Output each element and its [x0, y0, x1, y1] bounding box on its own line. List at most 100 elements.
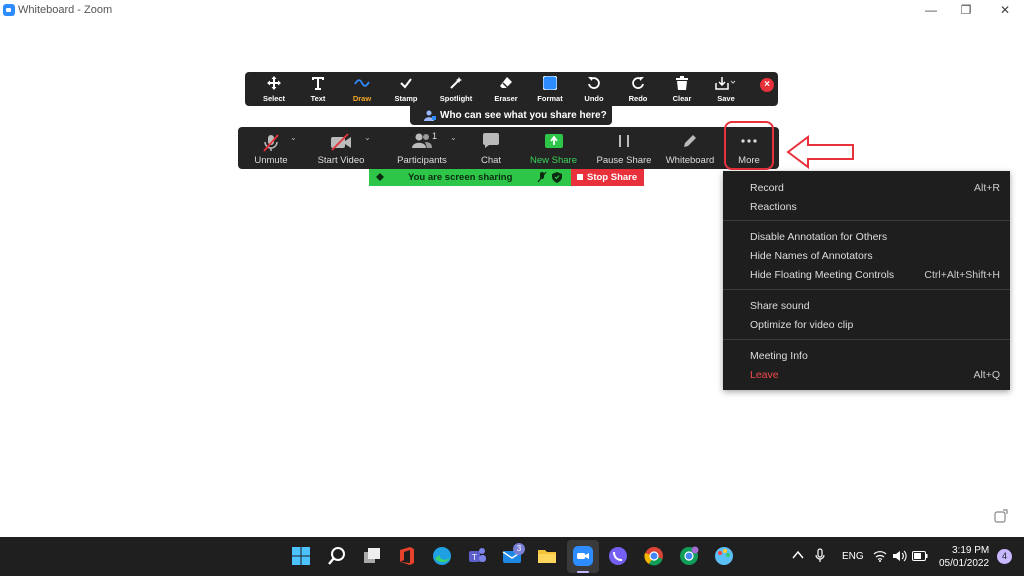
new-share-button[interactable]: New Share [526, 127, 581, 169]
tool-label: Text [310, 94, 326, 103]
paint-icon[interactable] [713, 545, 735, 567]
tool-redo[interactable]: Redo [616, 72, 660, 106]
chat-button[interactable]: Chat [474, 127, 508, 169]
menu-shortcut: Alt+Q [973, 369, 1000, 381]
search-icon[interactable] [326, 545, 348, 567]
tool-save[interactable]: Save [704, 72, 748, 106]
menu-item-label: Meeting Info [750, 350, 808, 362]
menu-item-label: Optimize for video clip [750, 319, 854, 331]
microphone-tray-icon[interactable] [815, 548, 825, 564]
text-icon [312, 77, 324, 90]
tool-stamp[interactable]: Stamp [384, 72, 428, 106]
menu-divider [723, 220, 1010, 221]
checkmark-icon [400, 78, 412, 89]
format-color-icon [543, 76, 557, 90]
menu-item-meeting-info[interactable]: Meeting Info [750, 350, 1000, 368]
start-video-button[interactable]: Start Video [312, 127, 370, 169]
menu-item-label: Hide Names of Annotators [750, 250, 873, 262]
office-icon[interactable] [396, 545, 418, 567]
tool-label: Select [262, 94, 286, 103]
stop-square-icon [577, 174, 583, 180]
muted-mic-small-icon [537, 172, 547, 183]
tool-undo[interactable]: Undo [572, 72, 616, 106]
red-arrow-annotation [786, 135, 854, 169]
tool-select[interactable]: Select [252, 72, 296, 106]
edge-icon[interactable] [431, 545, 453, 567]
control-label: Participants [397, 155, 447, 166]
draw-wave-icon [354, 79, 370, 87]
task-view-icon[interactable] [361, 545, 383, 567]
muted-mic-icon [263, 134, 279, 152]
unmute-button[interactable]: Unmute [246, 127, 296, 169]
participants-button[interactable]: Participants [392, 127, 452, 169]
unmute-options-caret[interactable]: ⌄ [290, 133, 297, 142]
tool-label: Stamp [394, 94, 418, 103]
video-options-caret[interactable]: ⌄ [364, 133, 371, 142]
menu-item-record[interactable]: Record Alt+R [750, 182, 1000, 200]
chrome-icon[interactable] [643, 545, 665, 567]
menu-item-share-sound[interactable]: Share sound [750, 300, 1000, 318]
menu-item-hide-names[interactable]: Hide Names of Annotators [750, 250, 1000, 268]
eraser-icon [500, 77, 512, 88]
drag-handle-icon [376, 173, 384, 181]
whiteboard-button[interactable]: Whiteboard [662, 127, 718, 169]
windows-start-icon[interactable] [290, 545, 312, 567]
menu-item-label: Hide Floating Meeting Controls [750, 269, 895, 281]
save-download-icon [715, 77, 736, 90]
tool-label: Draw [352, 94, 372, 103]
tool-draw[interactable]: Draw [340, 72, 384, 106]
menu-item-label: Share sound [750, 300, 810, 312]
tool-label: Save [717, 94, 735, 103]
menu-divider [723, 339, 1010, 340]
chevron-up-icon[interactable] [792, 550, 804, 560]
menu-divider [723, 289, 1010, 290]
notification-badge[interactable]: 4 [997, 549, 1012, 564]
wifi-icon[interactable] [873, 550, 887, 562]
tool-spotlight[interactable]: Spotlight [434, 72, 478, 106]
control-label: Start Video [317, 155, 365, 166]
tool-label: Undo [584, 94, 604, 103]
chrome-profile-icon[interactable] [678, 545, 700, 567]
participants-options-caret[interactable]: ⌄ [450, 133, 457, 142]
control-label: Unmute [254, 155, 288, 166]
teams-icon[interactable]: T [466, 545, 488, 567]
language-indicator[interactable]: ENG [842, 551, 864, 562]
meeting-controls-bar: Unmute ⌄ Start Video ⌄ Participants 1 ⌄ … [238, 127, 779, 169]
shield-icon [552, 172, 562, 183]
share-up-arrow-icon [544, 134, 563, 148]
clock-date[interactable]: 05/01/2022 [939, 558, 989, 569]
menu-item-reactions[interactable]: Reactions [750, 201, 1000, 219]
zoom-icon[interactable] [572, 545, 594, 567]
who-can-see-banner[interactable]: Who can see what you share here? [410, 106, 612, 125]
viber-icon[interactable] [607, 545, 629, 567]
menu-item-optimize-video[interactable]: Optimize for video clip [750, 319, 1000, 337]
menu-item-hide-floating-controls[interactable]: Hide Floating Meeting Controls Ctrl+Alt+S… [750, 269, 1000, 287]
move-icon [267, 76, 281, 90]
close-annotation-button[interactable]: × [760, 78, 774, 92]
restore-button[interactable]: ❐ [951, 2, 981, 18]
menu-item-leave[interactable]: Leave Alt+Q [750, 369, 1000, 387]
tool-text[interactable]: Text [296, 72, 340, 106]
menu-item-label: Record [750, 182, 784, 194]
svg-text:T: T [472, 553, 477, 562]
volume-icon[interactable] [892, 550, 908, 562]
stop-share-button[interactable]: Stop Share [571, 169, 644, 186]
screen-sharing-bar[interactable]: You are screen sharing [369, 169, 571, 186]
menu-item-label: Leave [750, 369, 779, 381]
mail-badge: 3 [513, 543, 525, 555]
clock-time[interactable]: 3:19 PM [952, 545, 989, 556]
menu-item-disable-annotation[interactable]: Disable Annotation for Others [750, 231, 1000, 249]
tool-clear[interactable]: Clear [660, 72, 704, 106]
annotation-toolbar: Select Text Draw Stamp Spotlight Eraser … [245, 72, 778, 106]
tool-eraser[interactable]: Eraser [484, 72, 528, 106]
minimize-button[interactable]: — [916, 2, 946, 18]
pause-share-button[interactable]: Pause Share [595, 127, 653, 169]
close-window-button[interactable]: ✕ [990, 2, 1020, 18]
battery-icon[interactable] [912, 551, 928, 561]
tool-label: Eraser [494, 94, 518, 103]
chat-icon [483, 133, 499, 148]
file-explorer-icon[interactable] [536, 545, 558, 567]
tool-format[interactable]: Format [528, 72, 572, 106]
window-titlebar: Whiteboard - Zoom — ❐ ✕ [0, 0, 1024, 20]
expand-corner-icon[interactable] [994, 509, 1008, 523]
